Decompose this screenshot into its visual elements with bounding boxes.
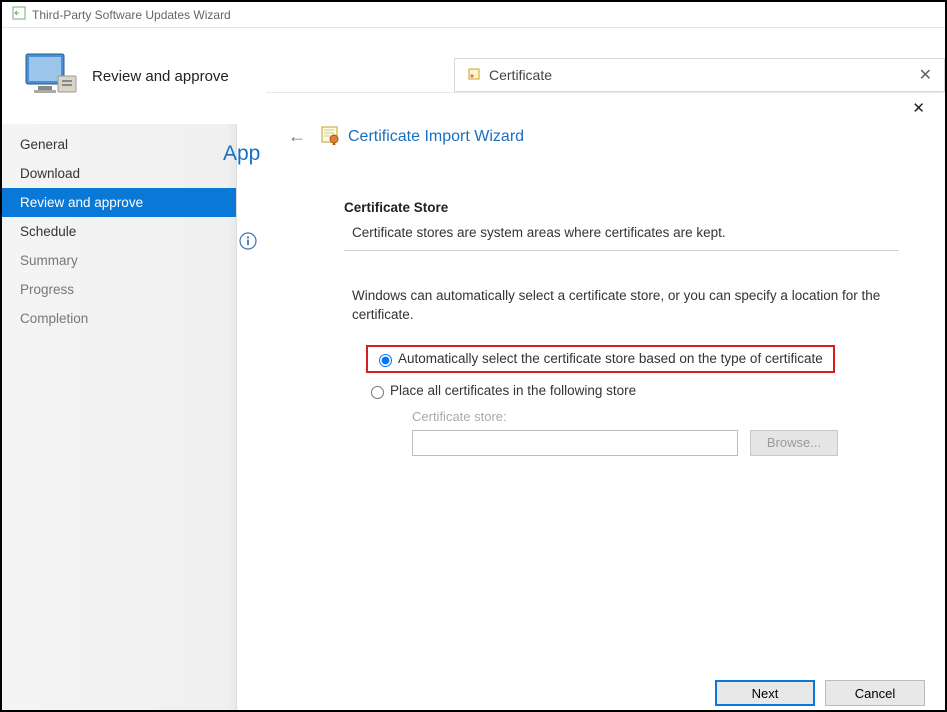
certificate-window-title: Certificate [489, 67, 552, 83]
close-icon[interactable]: ✕ [912, 99, 925, 117]
help-text: Windows can automatically select a certi… [344, 287, 884, 325]
cancel-button[interactable]: Cancel [825, 680, 925, 706]
wizard-heading: Certificate Import Wizard [348, 128, 524, 146]
certificate-window-close-icon[interactable]: ✕ [919, 65, 932, 85]
section-divider [344, 250, 899, 251]
sidebar-item-completion[interactable]: Completion [2, 304, 236, 333]
sidebar-item-general[interactable]: General [2, 130, 236, 159]
browse-button: Browse... [750, 430, 838, 456]
highlighted-option: Automatically select the certificate sto… [366, 345, 835, 373]
section-description: Certificate stores are system areas wher… [344, 225, 899, 240]
wizard-app-icon [12, 6, 32, 23]
certificate-store-input [412, 430, 738, 456]
info-icon [239, 232, 257, 253]
certificate-icon [467, 67, 481, 84]
sidebar-item-progress[interactable]: Progress [2, 275, 236, 304]
sidebar-item-summary[interactable]: Summary [2, 246, 236, 275]
certificate-window-titlebar: Certificate ✕ [454, 58, 945, 92]
wizard-page-title: Review and approve [92, 68, 229, 85]
radio-place-all-label: Place all certificates in the following … [390, 383, 636, 398]
content-heading-partial: App [223, 142, 260, 166]
sidebar-item-schedule[interactable]: Schedule [2, 217, 236, 246]
wizard-cert-icon [320, 125, 342, 148]
radio-auto-select-label: Automatically select the certificate sto… [398, 351, 823, 366]
section-title: Certificate Store [344, 200, 899, 215]
next-button[interactable]: Next [715, 680, 815, 706]
sidebar-item-review-and-approve[interactable]: Review and approve [2, 188, 236, 217]
wizard-sidebar: General Download Review and approve Sche… [2, 124, 237, 710]
outer-window-titlebar: Third-Party Software Updates Wizard [2, 2, 945, 28]
radio-place-all[interactable] [371, 386, 384, 399]
radio-auto-select[interactable] [379, 354, 392, 367]
certificate-store-label: Certificate store: [412, 409, 899, 424]
outer-window-title: Third-Party Software Updates Wizard [32, 8, 231, 22]
monitor-icon [22, 50, 78, 103]
sidebar-item-download[interactable]: Download [2, 159, 236, 188]
back-arrow-icon[interactable]: ← [288, 126, 306, 147]
certificate-import-wizard-dialog: ✕ ← Certificate Import Wizard Certificat… [266, 92, 943, 708]
